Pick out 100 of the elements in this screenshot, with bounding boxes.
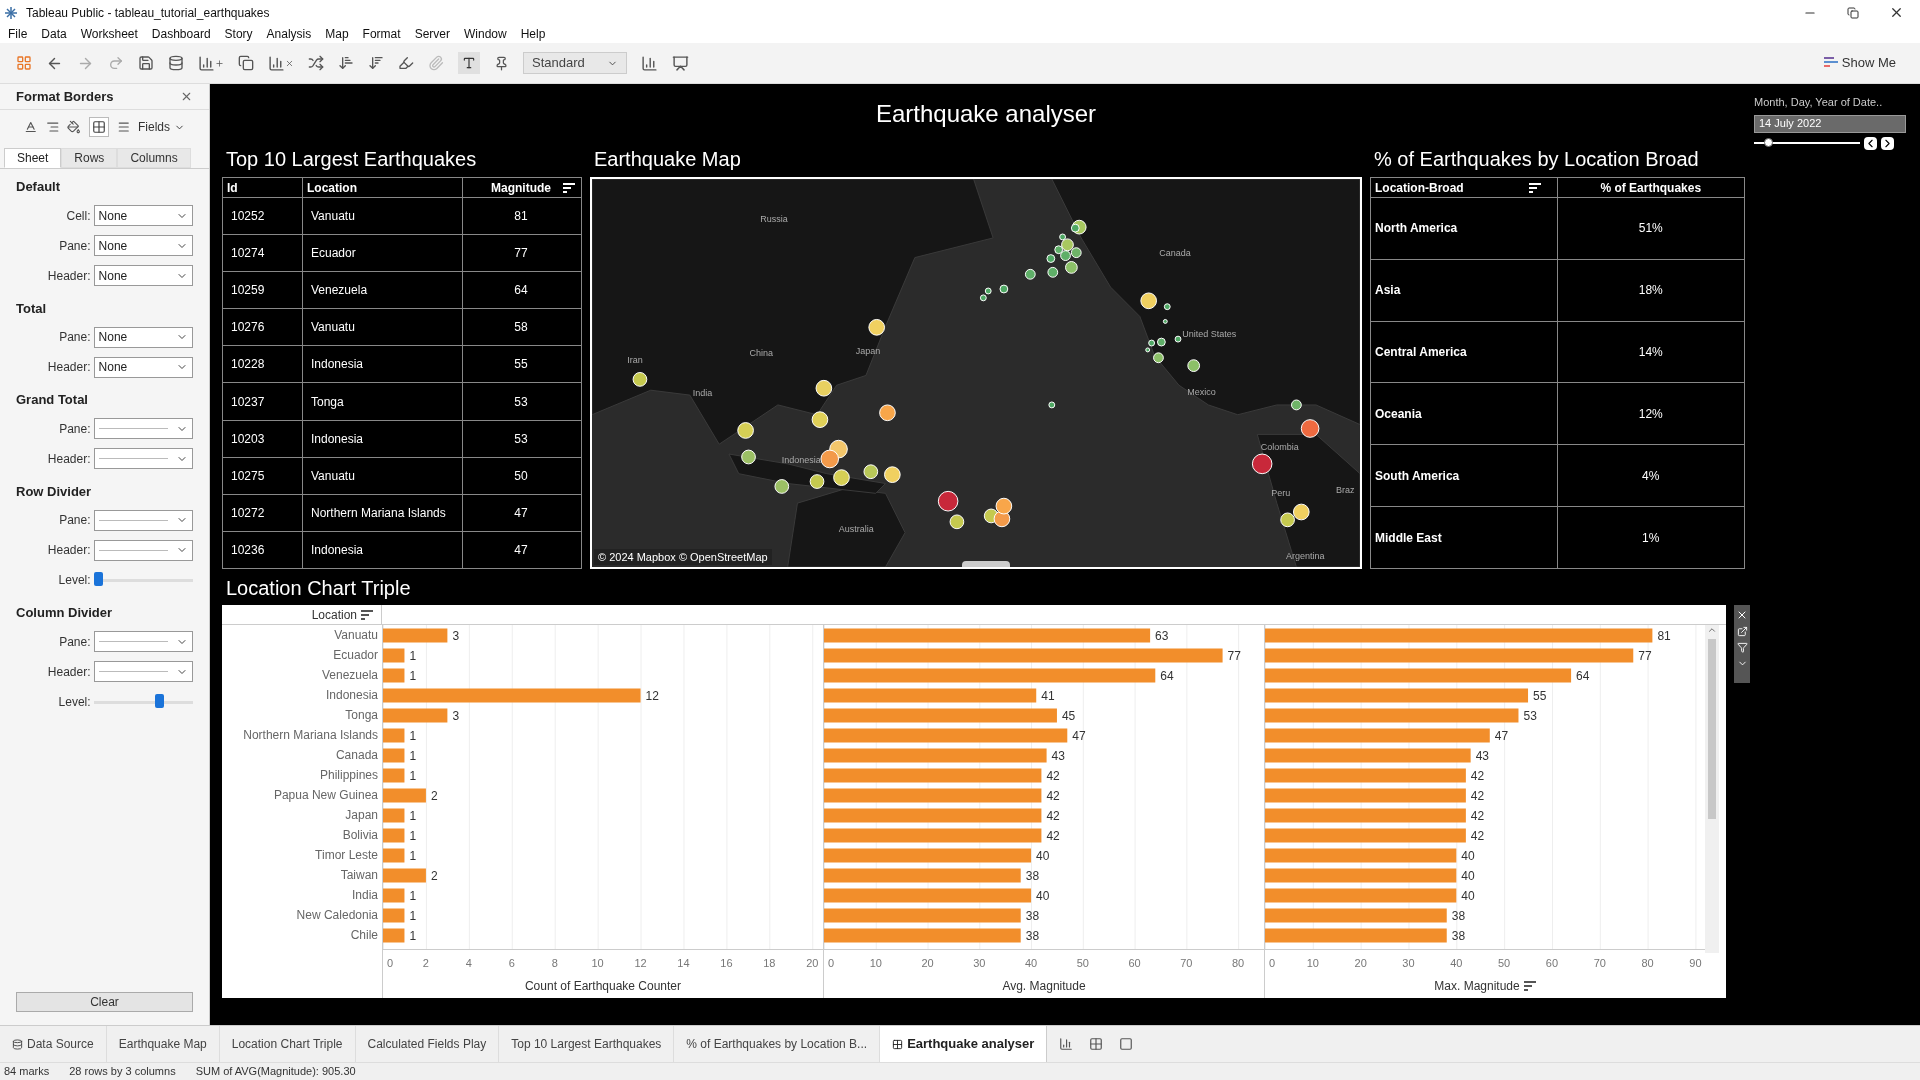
column-header[interactable]: Location bbox=[307, 178, 357, 197]
fields-button[interactable]: Fields bbox=[138, 118, 185, 136]
new-worksheet-icon[interactable] bbox=[1059, 1037, 1074, 1051]
earthquake-marker[interactable] bbox=[1061, 238, 1074, 252]
text-icon[interactable] bbox=[458, 52, 480, 74]
borders-tab[interactable] bbox=[88, 117, 109, 137]
level-slider[interactable] bbox=[93, 693, 193, 710]
close-icon[interactable] bbox=[1889, 5, 1904, 20]
dropdown-field[interactable] bbox=[93, 539, 193, 561]
swap-icon[interactable] bbox=[308, 55, 324, 71]
earthquake-marker[interactable] bbox=[1024, 268, 1036, 280]
menu-item[interactable]: Dashboard bbox=[151, 25, 211, 43]
restore-icon[interactable] bbox=[1847, 6, 1859, 19]
earthquake-marker[interactable] bbox=[741, 449, 756, 465]
alignment-icon[interactable] bbox=[45, 120, 59, 134]
new-story-icon[interactable] bbox=[1119, 1037, 1134, 1051]
save-icon[interactable] bbox=[138, 55, 154, 71]
earthquake-marker[interactable] bbox=[1251, 453, 1273, 475]
earthquake-marker[interactable] bbox=[815, 379, 833, 397]
dropdown-field[interactable]: None bbox=[93, 205, 193, 226]
date-field[interactable]: 14 July 2022 bbox=[1754, 114, 1906, 133]
earthquake-marker[interactable] bbox=[820, 449, 840, 469]
earthquake-marker[interactable] bbox=[737, 422, 754, 439]
pin-icon[interactable] bbox=[494, 55, 509, 71]
sort-ascending-icon[interactable] bbox=[338, 55, 354, 71]
show-me-button[interactable]: Show Me bbox=[1823, 53, 1904, 73]
earthquake-marker[interactable] bbox=[1162, 319, 1168, 324]
sort-icon[interactable] bbox=[361, 609, 373, 620]
earthquake-marker[interactable] bbox=[1065, 261, 1078, 274]
new-sheet-icon[interactable] bbox=[198, 54, 224, 72]
menu-item[interactable]: Window bbox=[463, 25, 507, 43]
sort-icon[interactable] bbox=[563, 182, 575, 193]
dropdown-field[interactable]: None bbox=[93, 356, 193, 378]
dropdown-field[interactable] bbox=[93, 661, 193, 682]
earthquake-marker[interactable] bbox=[1047, 266, 1059, 278]
earthquake-marker[interactable] bbox=[999, 284, 1009, 294]
column-header[interactable]: Location-Broad bbox=[1375, 178, 1464, 197]
slider-thumb[interactable] bbox=[93, 572, 103, 586]
menu-item[interactable]: Story bbox=[224, 25, 253, 43]
dropdown-field[interactable] bbox=[93, 509, 193, 531]
menu-item[interactable]: Analysis bbox=[266, 25, 312, 43]
menu-item[interactable]: Help bbox=[520, 25, 546, 43]
earthquake-marker[interactable] bbox=[774, 479, 790, 494]
menu-item[interactable]: Format bbox=[362, 25, 401, 43]
previous-icon[interactable] bbox=[1864, 136, 1877, 150]
new-dashboard-icon[interactable] bbox=[1089, 1037, 1104, 1051]
map-view[interactable]: Russia Canada China Japan Iran India United States Mexico Indonesia Colombia Australia Peru Braz © 2024 Mapbox © OpenStreetMap Argentina bbox=[590, 177, 1362, 569]
external-link-icon[interactable] bbox=[1736, 626, 1748, 637]
earthquake-marker[interactable] bbox=[863, 464, 879, 480]
sort-descending-icon[interactable] bbox=[368, 55, 384, 71]
dropdown-field[interactable] bbox=[93, 631, 193, 652]
column-header[interactable]: % of Earthquakes bbox=[1600, 178, 1702, 197]
earthquake-marker[interactable] bbox=[1070, 223, 1080, 233]
earthquake-marker[interactable] bbox=[1054, 245, 1064, 255]
earthquake-marker[interactable] bbox=[1060, 250, 1071, 261]
sort-icon[interactable] bbox=[1528, 182, 1541, 193]
duplicate-sheet-icon[interactable] bbox=[238, 55, 254, 71]
presentation-icon[interactable] bbox=[672, 54, 689, 72]
row-header[interactable]: Location bbox=[311, 605, 357, 624]
level-slider[interactable] bbox=[93, 572, 193, 588]
earthquake-marker[interactable] bbox=[879, 404, 896, 422]
earthquake-marker[interactable] bbox=[809, 474, 825, 489]
slider-thumb[interactable] bbox=[1763, 138, 1773, 147]
earthquake-marker[interactable] bbox=[937, 490, 959, 512]
clear-sheet-icon[interactable] bbox=[268, 54, 294, 72]
dropdown-field[interactable] bbox=[93, 418, 193, 439]
menu-item[interactable]: Map bbox=[325, 25, 349, 43]
earthquake-marker[interactable] bbox=[833, 469, 850, 486]
earthquake-marker[interactable] bbox=[1145, 347, 1151, 353]
earthquake-marker[interactable] bbox=[1280, 512, 1295, 528]
dropdown-field[interactable]: None bbox=[93, 235, 193, 256]
filter-icon[interactable] bbox=[1736, 642, 1748, 653]
menu-item[interactable]: File bbox=[8, 25, 28, 43]
earthquake-marker[interactable] bbox=[1293, 503, 1310, 521]
earthquake-marker[interactable] bbox=[1153, 352, 1164, 364]
clear-button[interactable]: Clear bbox=[16, 992, 193, 1012]
format-tab[interactable]: Columns bbox=[117, 148, 191, 168]
sort-icon[interactable] bbox=[1523, 981, 1536, 991]
column-header[interactable]: Id bbox=[227, 178, 238, 197]
dropdown-field[interactable] bbox=[93, 448, 193, 469]
date-slider[interactable] bbox=[1754, 137, 1860, 149]
earthquake-marker[interactable] bbox=[1174, 335, 1182, 343]
slider-thumb[interactable] bbox=[154, 693, 164, 708]
fit-dropdown[interactable]: Standard bbox=[523, 52, 627, 74]
highlighter-icon[interactable] bbox=[398, 55, 414, 71]
earthquake-marker[interactable] bbox=[1300, 419, 1320, 438]
scrollbar[interactable] bbox=[1705, 625, 1719, 953]
earthquake-marker[interactable] bbox=[1157, 337, 1166, 347]
dropdown-field[interactable]: None bbox=[93, 326, 193, 348]
earthquake-marker[interactable] bbox=[1148, 339, 1156, 347]
format-tab[interactable]: Sheet bbox=[4, 148, 62, 168]
earthquake-marker[interactable] bbox=[949, 514, 965, 530]
paperclip-icon[interactable] bbox=[428, 55, 444, 71]
paint-bucket-icon[interactable] bbox=[67, 120, 81, 134]
earthquake-marker[interactable] bbox=[1046, 254, 1056, 263]
earthquake-marker[interactable] bbox=[1048, 401, 1056, 409]
earthquake-marker[interactable] bbox=[1187, 359, 1201, 372]
font-icon[interactable] bbox=[24, 120, 38, 134]
column-header[interactable]: Magnitude bbox=[491, 178, 551, 197]
next-icon[interactable] bbox=[1881, 136, 1894, 150]
